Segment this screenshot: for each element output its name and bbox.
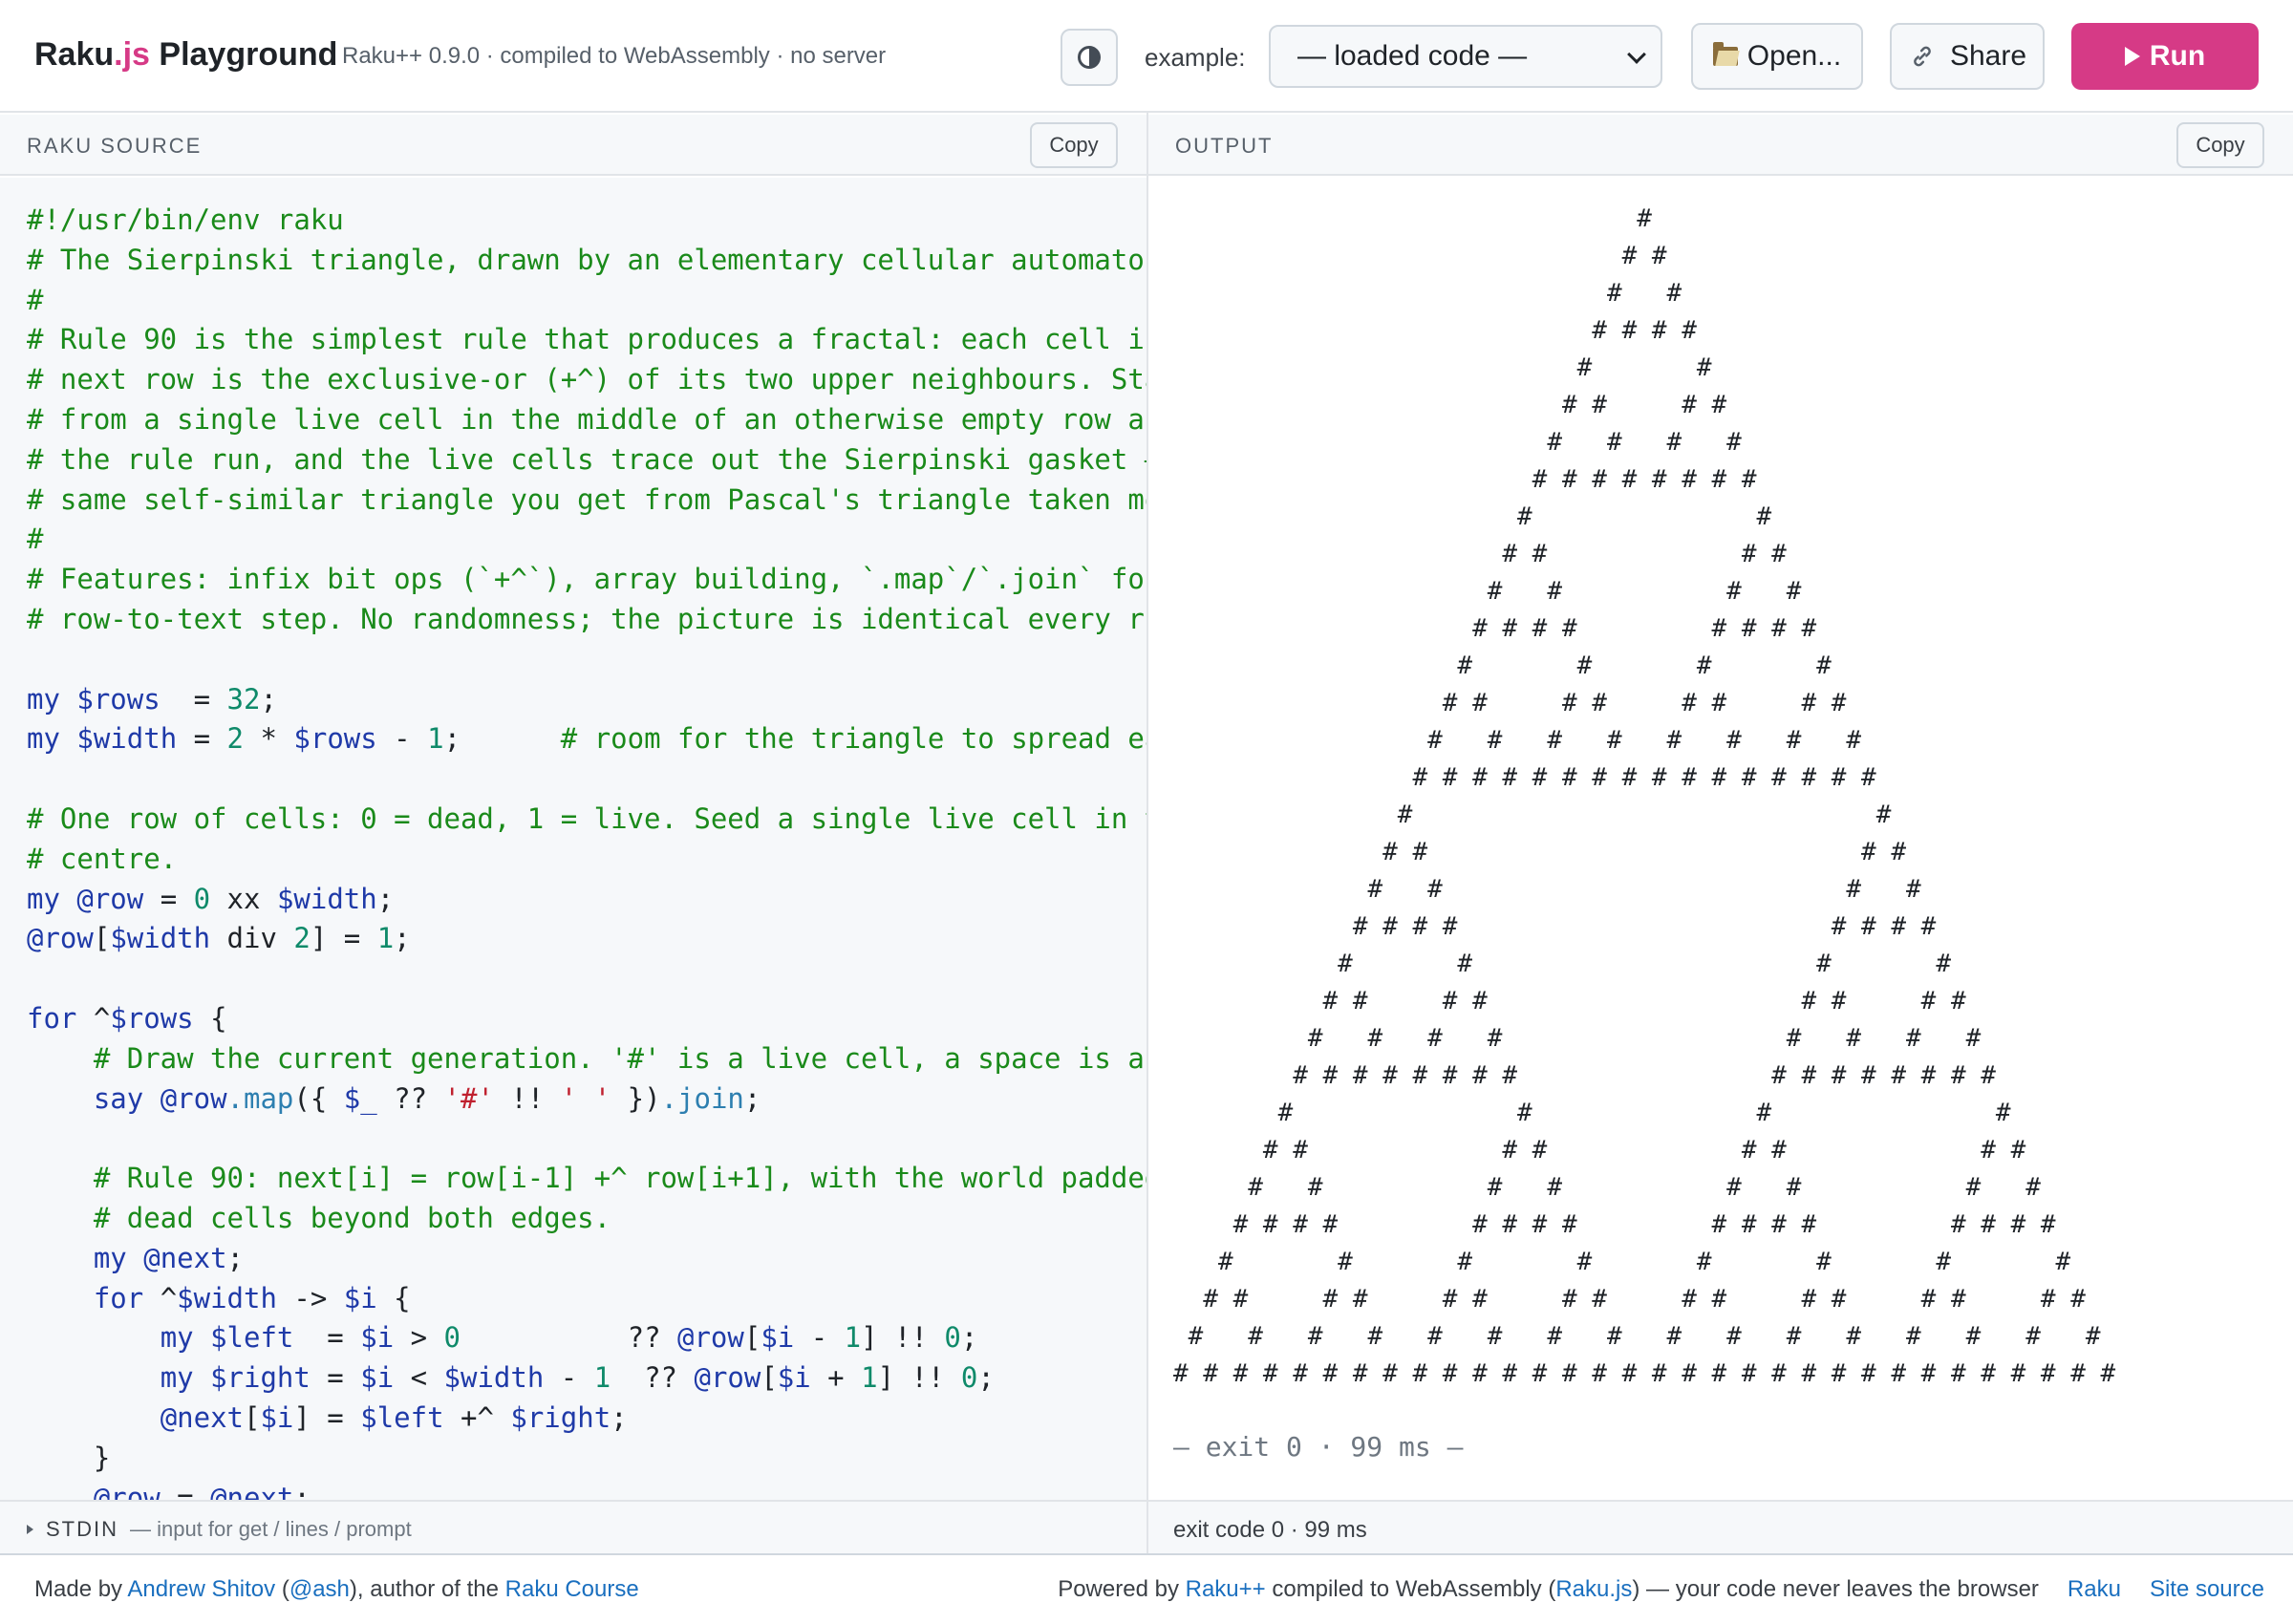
code-line[interactable]: for ^$width -> $i {: [27, 1279, 1146, 1319]
site-source-link[interactable]: Site source: [2150, 1576, 2264, 1602]
copy-output-button[interactable]: Copy: [2176, 122, 2264, 168]
footer-credits: Made by Andrew Shitov (@ash), author of …: [34, 1576, 639, 1603]
code-line[interactable]: ​: [27, 959, 1146, 999]
code-line[interactable]: my $left = $i > 0 ?? @row[$i - 1] !! 0;: [27, 1318, 1146, 1358]
code-line[interactable]: @row[$width div 2] = 1;: [27, 919, 1146, 959]
app-title: Raku.js Playground: [34, 36, 337, 74]
code-line[interactable]: @next[$i] = $left +^ $right;: [27, 1399, 1146, 1439]
output-panel: # # # # # # # # # # # # # # # # # # # # …: [1148, 178, 2293, 1500]
code-line[interactable]: # The Sierpinski triangle, drawn by an e…: [27, 241, 1146, 281]
output-pane-title: OUTPUT: [1175, 134, 1274, 158]
compiled-to-text: compiled to WebAssembly (: [1265, 1576, 1556, 1602]
app-tagline: Raku++ 0.9.0 · compiled to WebAssembly ·…: [342, 43, 887, 69]
brand-playground: Playground: [149, 36, 338, 73]
code-line[interactable]: }: [27, 1439, 1146, 1479]
made-by-text: Made by: [34, 1576, 128, 1602]
code-line[interactable]: my $right = $i < $width - 1 ?? @row[$i +…: [27, 1358, 1146, 1399]
share-button[interactable]: Share: [1890, 23, 2045, 90]
code-line[interactable]: # Features: infix bit ops (`+^`), array …: [27, 560, 1146, 600]
powered-by-text: Powered by: [1058, 1576, 1186, 1602]
paren-open-text: (: [275, 1576, 289, 1602]
brand-js: .js: [114, 36, 150, 73]
rakupp-link[interactable]: Raku++: [1186, 1576, 1266, 1602]
raku-link[interactable]: Raku: [2068, 1576, 2121, 1602]
code-editor[interactable]: #!/usr/bin/env raku # The Sierpinski tria…: [0, 178, 1146, 1500]
brand-raku: Raku: [34, 36, 115, 73]
open-button-label: Open...: [1747, 40, 1842, 72]
top-bar: Raku.js Playground Raku++ 0.9.0 · compil…: [0, 0, 2293, 113]
code-content[interactable]: #!/usr/bin/env raku # The Sierpinski tria…: [27, 201, 1146, 1500]
code-line[interactable]: ​: [27, 640, 1146, 680]
exit-summary: — exit 0 · 99 ms —: [1173, 1431, 1464, 1463]
code-line[interactable]: say @row.map({ $_ ?? '#' !! ' ' }).join;: [27, 1079, 1146, 1120]
author-suffix-text: ), author of the: [349, 1576, 505, 1602]
output-pane-header: OUTPUT Copy: [1148, 115, 2293, 176]
link-icon: [1914, 46, 1931, 67]
theme-toggle-button[interactable]: [1061, 29, 1118, 86]
contrast-icon: [1078, 46, 1101, 69]
code-line[interactable]: # Rule 90: next[i] = row[i-1] +^ row[i+1…: [27, 1159, 1146, 1199]
source-pane-title: RAKU SOURCE: [27, 134, 203, 158]
folder-icon: [1712, 42, 1738, 66]
code-line[interactable]: # Rule 90 is the simplest rule that prod…: [27, 320, 1146, 360]
code-line[interactable]: ​: [27, 759, 1146, 800]
example-select[interactable]: — loaded code —: [1269, 25, 1662, 88]
code-line[interactable]: # same self-similar triangle you get fro…: [27, 481, 1146, 521]
example-selected-value: — loaded code —: [1297, 40, 1528, 72]
code-line[interactable]: @row = @next;: [27, 1479, 1146, 1501]
play-icon: [2124, 47, 2140, 66]
copy-source-button[interactable]: Copy: [1030, 122, 1118, 168]
code-line[interactable]: my $width = 2 * $rows - 1; # room for th…: [27, 719, 1146, 759]
stdin-label: STDIN: [46, 1517, 118, 1541]
code-line[interactable]: # next row is the exclusive-or (+^) of i…: [27, 360, 1146, 400]
program-output: # # # # # # # # # # # # # # # # # # # # …: [1173, 204, 2116, 1388]
code-line[interactable]: ​: [27, 1119, 1146, 1159]
open-button[interactable]: Open...: [1691, 23, 1863, 90]
raku-course-link[interactable]: Raku Course: [505, 1576, 639, 1602]
privacy-note: ) — your code never leaves the browser: [1632, 1576, 2039, 1602]
disclosure-triangle-icon: [27, 1525, 33, 1534]
author-link[interactable]: Andrew Shitov: [127, 1576, 275, 1602]
source-pane-header: RAKU SOURCE Copy: [0, 115, 1146, 176]
footer-powered-by: Powered by Raku++ compiled to WebAssembl…: [1058, 1576, 2264, 1603]
code-line[interactable]: # centre.: [27, 840, 1146, 880]
code-line[interactable]: # Draw the current generation. '#' is a …: [27, 1039, 1146, 1079]
footer: Made by Andrew Shitov (@ash), author of …: [0, 1553, 2293, 1624]
code-line[interactable]: # the rule run, and the live cells trace…: [27, 440, 1146, 481]
stdin-toggle[interactable]: STDIN — input for get / lines / prompt: [0, 1500, 1146, 1553]
code-line[interactable]: my @row = 0 xx $width;: [27, 880, 1146, 920]
code-line[interactable]: my $rows = 32;: [27, 680, 1146, 720]
share-button-label: Share: [1949, 40, 2027, 72]
code-line[interactable]: my @next;: [27, 1239, 1146, 1279]
code-line[interactable]: #: [27, 520, 1146, 560]
code-line[interactable]: # One row of cells: 0 = dead, 1 = live. …: [27, 800, 1146, 840]
code-line[interactable]: #!/usr/bin/env raku: [27, 201, 1146, 241]
code-line[interactable]: for ^$rows {: [27, 999, 1146, 1039]
example-label: example:: [1145, 43, 1246, 72]
handle-link[interactable]: @ash: [289, 1576, 350, 1602]
code-line[interactable]: # dead cells beyond both edges.: [27, 1199, 1146, 1239]
run-button-label: Run: [2149, 40, 2206, 72]
output-status-bar: exit code 0 · 99 ms: [1148, 1500, 2293, 1553]
run-button[interactable]: Run: [2071, 23, 2259, 90]
exit-status: exit code 0 · 99 ms: [1173, 1517, 1367, 1543]
code-line[interactable]: # from a single live cell in the middle …: [27, 400, 1146, 440]
rakujs-link[interactable]: Raku.js: [1555, 1576, 1632, 1602]
code-line[interactable]: #: [27, 281, 1146, 321]
code-line[interactable]: # row-to-text step. No randomness; the p…: [27, 600, 1146, 640]
chevron-down-icon: [1627, 45, 1646, 64]
stdin-hint: — input for get / lines / prompt: [130, 1517, 412, 1541]
